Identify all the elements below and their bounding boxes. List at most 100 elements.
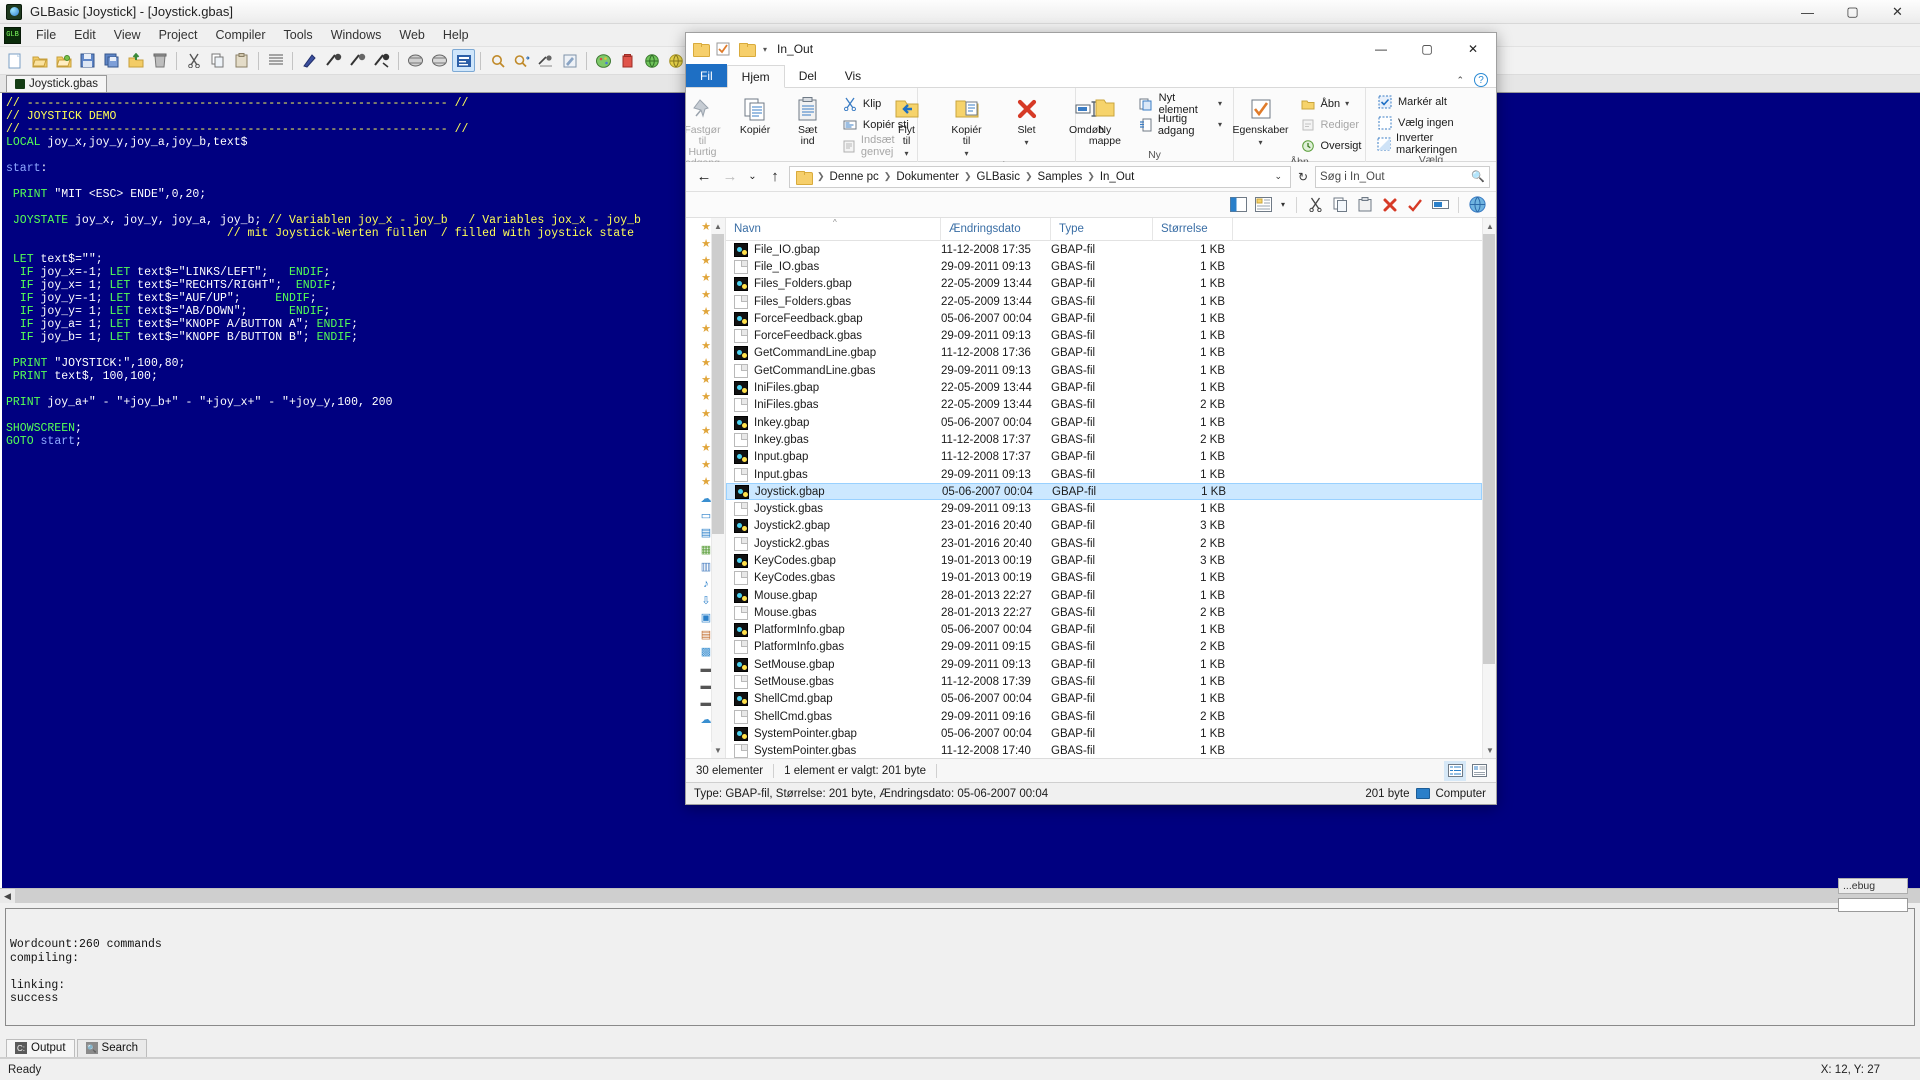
properties-chevron-down-icon[interactable]: ▾ xyxy=(1259,137,1263,148)
edit-button[interactable]: Rediger xyxy=(1297,115,1365,134)
tab-fil[interactable]: Fil xyxy=(686,64,727,87)
breadcrumb-item-4[interactable]: In_Out xyxy=(1097,170,1138,184)
tab-hjem[interactable]: Hjem xyxy=(726,65,785,88)
qat-chevron-down-icon[interactable]: ▾ xyxy=(759,45,771,54)
globe-icon[interactable] xyxy=(1466,194,1488,216)
breadcrumb[interactable]: ❯ Denne pc ❯ Dokumenter ❯ GLBasic ❯ Samp… xyxy=(789,165,1291,188)
properties-button[interactable]: Egenskaber ▾ xyxy=(1231,92,1291,148)
breadcrumb-item-3[interactable]: Samples xyxy=(1035,170,1086,184)
table-row[interactable]: ShellCmd.gbap 05-06-2007 00:04 GBAP-fil 1 K… xyxy=(726,691,1482,708)
column-header-stoerrelse[interactable]: Størrelse xyxy=(1153,218,1233,241)
menu-item-project[interactable]: Project xyxy=(150,25,207,45)
details-view-icon[interactable] xyxy=(1444,760,1466,781)
open-file-icon[interactable] xyxy=(28,49,51,72)
table-row[interactable]: SetMouse.gbas 11-12-2008 17:39 GBAS-fil 1 K… xyxy=(726,673,1482,690)
menu-item-view[interactable]: View xyxy=(105,25,150,45)
menu-item-compiler[interactable]: Compiler xyxy=(206,25,274,45)
debug-input[interactable] xyxy=(1838,898,1908,912)
nav-scrollbar[interactable]: ▲ ▼ xyxy=(711,218,725,758)
open-chevron-down-icon[interactable]: ▾ xyxy=(1345,99,1349,108)
navigation-pane[interactable]: ★ ★ ★ ★ ★ ★ ★ ★ ★ ★ ★ ★ ★ ★ ★ ★ ☁ ▭ ▤ ▦ ▥ ♪ ⇩ ▣ ▤ ▩ ▬ ▬ ▬ ☁ ▲ ▼ xyxy=(686,218,726,758)
table-row[interactable]: Files_Folders.gbap 22-05-2009 13:44 GBAP-f… xyxy=(726,276,1482,293)
ide-minimize-button[interactable]: — xyxy=(1785,0,1830,24)
move-to-button[interactable]: Flyt til ▾ xyxy=(878,92,936,159)
back-button[interactable]: ← xyxy=(692,165,716,189)
menu-item-web[interactable]: Web xyxy=(390,25,433,45)
indent-icon[interactable] xyxy=(264,49,287,72)
globe-green-icon[interactable] xyxy=(640,49,663,72)
recent-locations-button[interactable]: ⌄ xyxy=(744,165,761,189)
editor-horizontal-scrollbar[interactable]: ◀ xyxy=(0,888,1920,903)
explorer-maximize-button[interactable]: ▢ xyxy=(1404,33,1450,65)
save-all-icon[interactable] xyxy=(100,49,123,72)
up-button[interactable]: ↑ xyxy=(763,165,787,189)
new-item-button[interactable]: Nyt element ▾ xyxy=(1136,92,1225,116)
find-icon[interactable] xyxy=(486,49,509,72)
table-row[interactable]: Joystick.gbap 05-06-2007 00:04 GBAP-fil 1 K… xyxy=(726,483,1482,501)
tab-vis[interactable]: Vis xyxy=(831,64,875,87)
new-file-icon[interactable] xyxy=(4,49,27,72)
table-row[interactable]: ForceFeedback.gbas 29-09-2011 09:13 GBAS-f… xyxy=(726,327,1482,344)
layout-icon[interactable] xyxy=(1252,194,1274,216)
refresh-icon[interactable]: ↻ xyxy=(1293,166,1313,188)
paste-icon[interactable] xyxy=(1354,194,1376,216)
table-row[interactable]: PlatformInfo.gbap 05-06-2007 00:04 GBAP-fi… xyxy=(726,622,1482,639)
new-folder-quick-icon[interactable] xyxy=(736,39,756,59)
delete-button[interactable]: Slet ▾ xyxy=(998,92,1056,148)
delete-icon[interactable] xyxy=(1379,194,1401,216)
table-row[interactable]: KeyCodes.gbap 19-01-2013 00:19 GBAP-fil 3 K… xyxy=(726,552,1482,569)
table-row[interactable]: IniFiles.gbas 22-05-2009 13:44 GBAS-fil 2 K… xyxy=(726,397,1482,414)
select-none-button[interactable]: Vælg ingen xyxy=(1374,113,1488,132)
table-row[interactable]: Inkey.gbas 11-12-2008 17:37 GBAS-fil 2 KB xyxy=(726,431,1482,448)
table-row[interactable]: SystemPointer.gbas 11-12-2008 17:40 GBAS-f… xyxy=(726,743,1482,758)
nav-scroll-thumb[interactable] xyxy=(712,234,724,534)
run-icon[interactable] xyxy=(346,49,369,72)
new-folder-button[interactable]: Ny mappe xyxy=(1080,92,1130,147)
table-row[interactable]: PlatformInfo.gbas 29-09-2011 09:15 GBAS-fi… xyxy=(726,639,1482,656)
collapse-ribbon-icon[interactable]: ⌃ xyxy=(1456,75,1464,86)
table-row[interactable]: SystemPointer.gbap 05-06-2007 00:04 GBAP-f… xyxy=(726,725,1482,742)
table-row[interactable]: File_IO.gbap 11-12-2008 17:35 GBAP-fil 1 KB xyxy=(726,241,1482,258)
table-row[interactable]: Joystick.gbas 29-09-2011 09:13 GBAS-fil 1 K… xyxy=(726,500,1482,517)
move-to-chevron-down-icon[interactable]: ▾ xyxy=(904,148,908,159)
media-icon[interactable] xyxy=(616,49,639,72)
history-button[interactable]: Oversigt xyxy=(1297,136,1365,155)
tab-output[interactable]: C: Output xyxy=(6,1038,75,1057)
menu-item-tools[interactable]: Tools xyxy=(275,25,322,45)
file-rows[interactable]: File_IO.gbap 11-12-2008 17:35 GBAP-fil 1 KB… xyxy=(726,241,1482,758)
open-button[interactable]: Åbn ▾ xyxy=(1297,94,1365,113)
globe-yellow-icon[interactable] xyxy=(664,49,687,72)
rename-icon[interactable] xyxy=(1429,194,1451,216)
table-row[interactable]: ShellCmd.gbas 29-09-2011 09:16 GBAS-fil 2 K… xyxy=(726,708,1482,725)
table-row[interactable]: Input.gbas 29-09-2011 09:13 GBAS-fil 1 KB xyxy=(726,466,1482,483)
table-row[interactable]: Input.gbap 11-12-2008 17:37 GBAP-fil 1 KB xyxy=(726,449,1482,466)
explorer-minimize-button[interactable]: — xyxy=(1358,33,1404,65)
table-row[interactable]: Inkey.gbap 05-06-2007 00:04 GBAP-fil 1 KB xyxy=(726,414,1482,431)
table-row[interactable]: GetCommandLine.gbap 11-12-2008 17:36 GBAP-… xyxy=(726,345,1482,362)
explorer-close-button[interactable]: ✕ xyxy=(1450,33,1496,65)
paste-button[interactable]: Sæt ind xyxy=(782,92,833,147)
search-input[interactable]: Søg i In_Out 🔍 xyxy=(1315,165,1490,188)
help-icon[interactable]: ? xyxy=(1474,73,1488,87)
menu-item-help[interactable]: Help xyxy=(434,25,478,45)
debug-run-icon[interactable] xyxy=(428,49,451,72)
save-icon[interactable] xyxy=(76,49,99,72)
compile-icon[interactable] xyxy=(298,49,321,72)
ide-maximize-button[interactable]: ▢ xyxy=(1830,0,1875,24)
edit-pencil-icon[interactable] xyxy=(558,49,581,72)
delete-icon[interactable] xyxy=(148,49,171,72)
menu-item-edit[interactable]: Edit xyxy=(65,25,105,45)
build-all-icon[interactable] xyxy=(370,49,393,72)
table-row[interactable]: IniFiles.gbap 22-05-2009 13:44 GBAP-fil 1 K… xyxy=(726,379,1482,396)
column-header-navn[interactable]: ^ Navn xyxy=(726,218,941,241)
column-header-aendringsdato[interactable]: Ændringsdato xyxy=(941,218,1051,241)
copy-button[interactable]: Kopiér xyxy=(730,92,781,136)
file-list-scrollbar[interactable]: ▲ ▼ xyxy=(1482,218,1496,758)
tab-joystick-gbas[interactable]: Joystick.gbas xyxy=(6,75,108,92)
menu-item-windows[interactable]: Windows xyxy=(322,25,391,45)
pin-to-quick-access-button[interactable]: Fastgør til Hurtig adgang xyxy=(677,92,728,169)
table-row[interactable]: Joystick2.gbap 23-01-2016 20:40 GBAP-fil 3 … xyxy=(726,518,1482,535)
editor-view-icon[interactable] xyxy=(452,49,475,72)
select-all-button[interactable]: Markér alt xyxy=(1374,92,1488,111)
breadcrumb-item-1[interactable]: Dokumenter xyxy=(893,170,962,184)
